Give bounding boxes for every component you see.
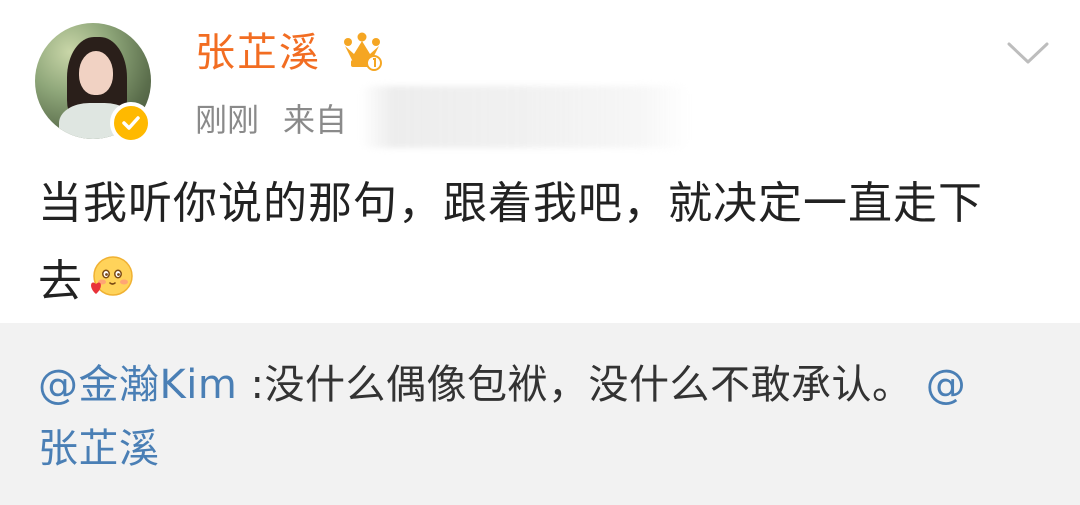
post-content-line2: 去: [38, 243, 1048, 321]
checkmark-icon: [122, 116, 140, 130]
blush-heart-emoji-icon: [91, 256, 133, 296]
username[interactable]: 张芷溪: [195, 28, 321, 78]
post-meta: 刚刚 来自: [195, 98, 347, 142]
verified-badge-icon: [110, 102, 152, 144]
mention-tail-link[interactable]: @: [926, 362, 967, 408]
weibo-post: 张芷溪 刚刚 来自 当我听你说的那句，跟着我吧，就决定一直走下 去 @金瀚Kim…: [0, 0, 1080, 505]
post-content-line2-text: 去: [38, 256, 83, 307]
post-header: 张芷溪 刚刚 来自: [0, 0, 1080, 150]
crown-member-icon[interactable]: [340, 30, 384, 74]
post-source-prefix: 来自: [283, 101, 348, 139]
post-content-line1: 当我听你说的那句，跟着我吧，就决定一直走下: [38, 178, 983, 229]
post-time: 刚刚: [195, 101, 260, 139]
mention-user-link[interactable]: 张芷溪: [38, 426, 160, 472]
mention-author-link[interactable]: @金瀚Kim: [38, 362, 237, 408]
post-content: 当我听你说的那句，跟着我吧，就决定一直走下 去: [38, 165, 1048, 321]
quoted-post[interactable]: @金瀚Kim :没什么偶像包袱，没什么不敢承认。 @ 张芷溪: [0, 323, 1080, 505]
quoted-post-text: @金瀚Kim :没什么偶像包袱，没什么不敢承认。 @ 张芷溪: [38, 353, 1038, 481]
redacted-source-blur: [360, 86, 690, 148]
avatar-face: [79, 51, 113, 95]
chevron-down-icon[interactable]: [1005, 36, 1051, 70]
quoted-body: :没什么偶像包袱，没什么不敢承认。: [237, 362, 913, 408]
